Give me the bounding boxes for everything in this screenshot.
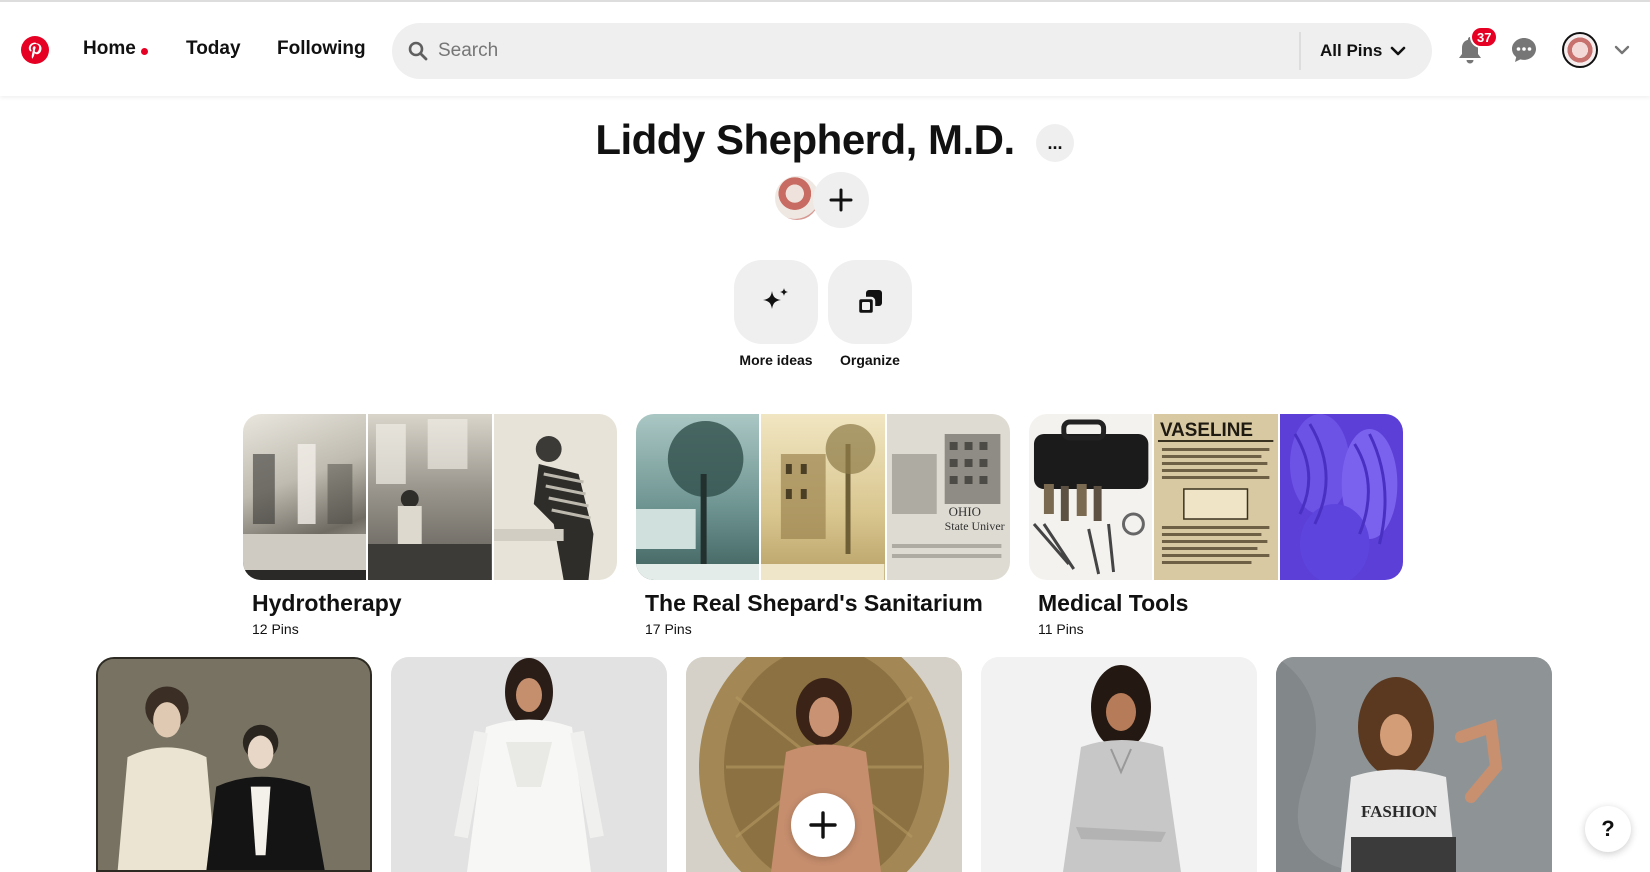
board-title-text: Liddy Shepherd, M.D. — [595, 116, 1015, 163]
chevron-down-icon — [1391, 46, 1406, 56]
pin-card[interactable] — [96, 657, 372, 872]
profile-avatar[interactable] — [1562, 32, 1598, 68]
organize-button[interactable]: Organize — [828, 260, 912, 368]
nav-home[interactable]: Home — [83, 38, 136, 60]
pin-filter-label: All Pins — [1320, 41, 1383, 60]
messages-button[interactable] — [1502, 28, 1546, 72]
cover-ohio-text: OHIO — [948, 504, 980, 519]
cover-image — [1279, 414, 1403, 580]
pin-filter-dropdown[interactable]: All Pins — [1320, 23, 1406, 79]
cover-image: VASELINE — [1154, 414, 1278, 580]
search-icon — [408, 41, 428, 61]
organize-icon — [856, 290, 882, 316]
account-menu-chevron-icon[interactable] — [1610, 38, 1634, 62]
sparkle-icon — [763, 288, 788, 309]
section-cover: VASELINE — [1029, 414, 1403, 580]
cover-image — [1029, 414, 1153, 580]
pin-shirt-text: FASHION — [1361, 802, 1438, 821]
board-title: Liddy Shepherd, M.D. — [0, 116, 1650, 164]
cover-image: OHIO State Univer — [886, 414, 1010, 580]
search-input[interactable] — [438, 23, 1258, 79]
plus-icon — [829, 188, 853, 212]
top-navigation-bar: Home Today Following All Pins 37 — [0, 0, 1650, 96]
cover-vaseline-text: VASELINE — [1160, 420, 1253, 441]
cover-state-univ-text: State Univer — [944, 519, 1004, 533]
organize-circle — [828, 260, 912, 344]
search-divider — [1299, 32, 1301, 70]
section-pin-count: 17 Pins — [645, 621, 692, 637]
cover-image — [761, 414, 885, 580]
pin-card[interactable] — [391, 657, 667, 872]
cover-image — [493, 414, 617, 580]
section-title: Hydrotherapy — [252, 590, 402, 616]
more-ideas-circle — [734, 260, 818, 344]
add-pin-button[interactable] — [791, 793, 855, 857]
cover-image — [636, 414, 760, 580]
pinterest-logo-icon[interactable] — [20, 35, 50, 65]
nav-following[interactable]: Following — [277, 38, 366, 60]
more-ideas-label: More ideas — [739, 352, 813, 368]
nav-today[interactable]: Today — [186, 38, 241, 60]
section-title: Medical Tools — [1038, 590, 1189, 616]
pin-card[interactable] — [981, 657, 1257, 872]
section-pin-count: 11 Pins — [1038, 621, 1084, 637]
section-hydrotherapy[interactable]: Hydrotherapy 12 Pins — [243, 414, 617, 637]
search-bar: All Pins — [392, 23, 1432, 79]
section-cover — [243, 414, 617, 580]
organize-label: Organize — [840, 352, 900, 368]
section-title: The Real Shepard's Sanitarium — [645, 590, 983, 616]
help-button[interactable]: ? — [1585, 806, 1631, 852]
section-pin-count: 12 Pins — [252, 621, 299, 637]
chat-bubble-icon — [1512, 38, 1536, 62]
cover-image — [368, 414, 492, 580]
home-notification-dot — [141, 48, 148, 55]
cover-image — [243, 414, 367, 580]
board-more-options-button[interactable]: ... — [1036, 124, 1074, 162]
add-collaborator-button[interactable] — [813, 172, 869, 228]
pin-card[interactable]: FASHION — [1276, 657, 1552, 872]
ellipsis-icon: ... — [1047, 132, 1063, 153]
plus-icon — [809, 811, 837, 839]
question-mark-icon: ? — [1601, 816, 1615, 841]
section-medical-tools[interactable]: VASELINE Medical Tools 11 Pins — [1029, 414, 1403, 637]
section-cover: OHIO State Univer — [636, 414, 1010, 580]
notification-count-badge: 37 — [1470, 26, 1499, 48]
section-the-real-shepards-sanitarium[interactable]: OHIO State Univer The Real Shepard's San… — [636, 414, 1010, 637]
more-ideas-button[interactable]: More ideas — [734, 260, 818, 368]
